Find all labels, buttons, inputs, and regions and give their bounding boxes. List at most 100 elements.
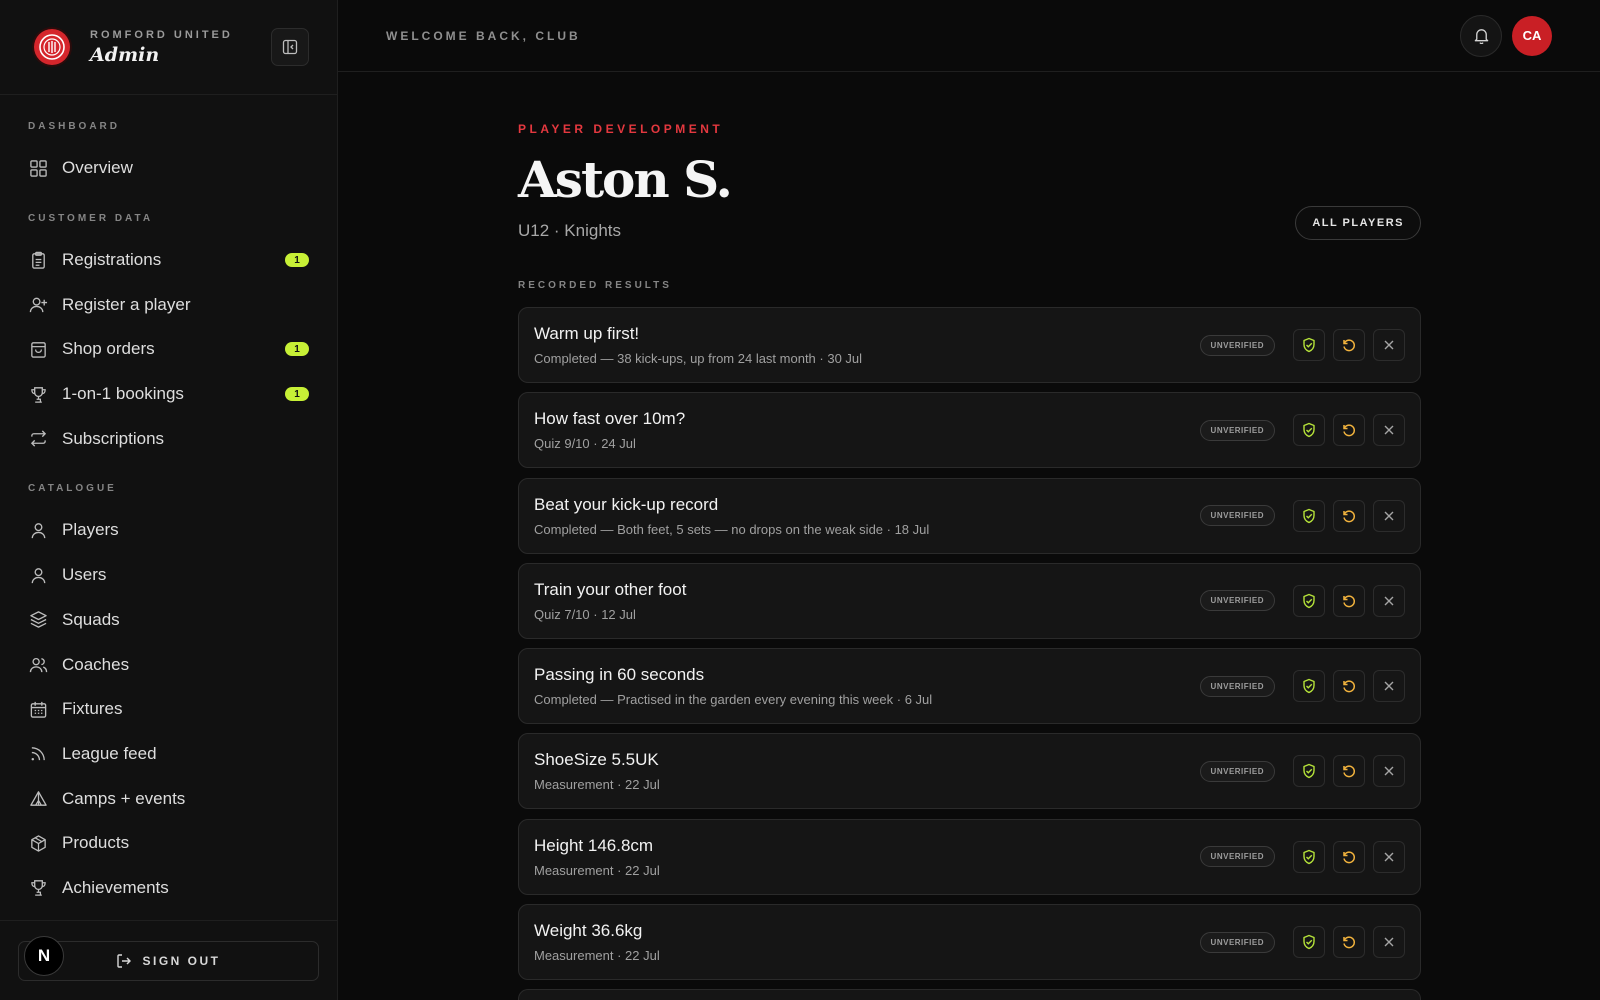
result-title: ShoeSize 5.5UK	[534, 750, 659, 770]
sidebar-item-league-feed[interactable]: League feed	[0, 732, 337, 777]
status-badge: UNVERIFIED	[1199, 846, 1275, 868]
verify-button[interactable]	[1293, 329, 1325, 361]
shield-check-icon	[1303, 423, 1315, 438]
club-crest-logo[interactable]	[34, 29, 70, 65]
close-icon	[1384, 425, 1394, 435]
reset-button[interactable]	[1333, 329, 1365, 361]
rotate-ccw-icon	[1343, 339, 1355, 352]
sidebar-item-1-on-1-bookings[interactable]: 1-on-1 bookings 1	[0, 372, 337, 417]
sidebar: ROMFORD UNITED Admin DASHBOARD Overview …	[0, 0, 338, 1000]
shield-check-icon	[1303, 764, 1315, 779]
sidebar-item-products[interactable]: Products	[0, 821, 337, 866]
bell-icon	[1474, 29, 1488, 44]
trophy-icon	[28, 384, 48, 404]
status-badge: UNVERIFIED	[1199, 334, 1275, 356]
sidebar-item-overview[interactable]: Overview	[0, 146, 337, 191]
sign-out-label: SIGN OUT	[142, 954, 221, 968]
result-title: Height 146.8cm	[534, 835, 654, 855]
close-icon	[1384, 937, 1394, 947]
result-card: Warm up first! Completed — 38 kick-ups, …	[518, 307, 1421, 383]
sidebar-item-camps-events[interactable]: Camps + events	[0, 776, 337, 821]
page-title: Aston S.	[518, 150, 733, 209]
delete-button[interactable]	[1373, 414, 1405, 447]
delete-button[interactable]	[1373, 840, 1405, 873]
crest-icon	[39, 34, 65, 60]
shield-check-icon	[1303, 678, 1315, 694]
user-icon	[28, 520, 48, 540]
verify-button[interactable]	[1293, 926, 1325, 959]
sidebar-item-users[interactable]: Users	[0, 553, 337, 598]
trophy-icon	[28, 878, 48, 898]
notifications-button[interactable]	[1460, 14, 1502, 57]
result-meta: Measurement · 22 Jul	[534, 777, 660, 793]
result-card: Passing in 60 seconds Completed — Practi…	[518, 648, 1421, 725]
shield-check-icon	[1303, 934, 1315, 950]
count-badge: 1	[285, 253, 309, 268]
result-title: Train your other foot	[534, 579, 687, 599]
welcome-text: WELCOME BACK, CLUB	[386, 28, 581, 43]
sidebar-item-label: Fixtures	[62, 699, 123, 719]
shield-check-icon	[1303, 337, 1315, 353]
verify-button[interactable]	[1293, 755, 1325, 788]
package-icon	[28, 833, 48, 853]
reset-button[interactable]	[1333, 670, 1365, 703]
rotate-ccw-icon	[1343, 424, 1355, 437]
rotate-ccw-icon	[1343, 680, 1355, 693]
sidebar-item-label: League feed	[62, 743, 157, 763]
clipboard-icon	[28, 250, 48, 270]
reset-button[interactable]	[1333, 926, 1365, 959]
result-card: Train your other foot Quiz 7/10 · 12 Jul…	[518, 562, 1421, 639]
user-avatar[interactable]: CA	[1512, 15, 1552, 56]
result-card: Beat your kick-up record Completed — Bot…	[518, 477, 1421, 554]
all-players-button[interactable]: ALL PLAYERS	[1295, 206, 1421, 240]
reset-button[interactable]	[1333, 840, 1365, 873]
sidebar-footer: SIGN OUT N	[0, 920, 337, 1000]
verify-button[interactable]	[1293, 840, 1325, 873]
sidebar-item-achievements[interactable]: Achievements	[0, 866, 337, 911]
delete-button[interactable]	[1373, 329, 1405, 361]
status-badge: UNVERIFIED	[1199, 931, 1275, 953]
sidebar-item-squads[interactable]: Squads	[0, 598, 337, 643]
close-icon	[1384, 511, 1394, 521]
collapse-sidebar-button[interactable]	[271, 28, 309, 66]
dev-tools-avatar[interactable]: N	[24, 936, 64, 976]
reset-button[interactable]	[1333, 414, 1365, 447]
result-card: ShoeSize 5.5UK Measurement · 22 Jul UNVE…	[518, 733, 1421, 810]
delete-button[interactable]	[1373, 926, 1405, 959]
sidebar-item-coaches[interactable]: Coaches	[0, 642, 337, 687]
sidebar-item-players[interactable]: Players	[0, 508, 337, 553]
verify-button[interactable]	[1293, 414, 1325, 447]
sidebar-item-register-a-player[interactable]: Register a player	[0, 282, 337, 327]
reset-button[interactable]	[1333, 499, 1365, 532]
close-icon	[1384, 340, 1394, 350]
sidebar-item-shop-orders[interactable]: Shop orders 1	[0, 327, 337, 372]
delete-button[interactable]	[1373, 499, 1405, 532]
sidebar-item-label: Players	[62, 520, 119, 540]
nav-section-catalogue: CATALOGUE	[28, 483, 117, 495]
delete-button[interactable]	[1373, 584, 1405, 617]
shield-check-icon	[1303, 849, 1315, 864]
result-title: Weight 36.6kg	[534, 921, 643, 941]
result-meta: Completed — Practised in the garden ever…	[534, 692, 933, 708]
result-card: Weight 36.6kg Measurement · 22 Jul UNVER…	[518, 904, 1421, 981]
delete-button[interactable]	[1373, 755, 1405, 788]
recorded-results-heading: RECORDED RESULTS	[518, 280, 672, 291]
result-meta: Completed — Both feet, 5 sets — no drops…	[534, 521, 930, 537]
player-development-content: PLAYER DEVELOPMENT Aston S. U12 · Knight…	[518, 122, 1421, 1000]
sidebar-item-label: 1-on-1 bookings	[62, 384, 184, 404]
reset-button[interactable]	[1333, 584, 1365, 617]
result-title: How fast over 10m?	[534, 409, 686, 429]
verify-button[interactable]	[1293, 584, 1325, 617]
verify-button[interactable]	[1293, 670, 1325, 703]
rotate-ccw-icon	[1343, 851, 1355, 864]
result-meta: Measurement · 22 Jul	[534, 862, 660, 878]
result-card: How fast over 10m? Quiz 9/10 · 24 Jul UN…	[518, 392, 1421, 469]
result-card: Height 146.8cm Measurement · 22 Jul UNVE…	[518, 818, 1421, 895]
club-name: ROMFORD UNITED	[90, 28, 233, 41]
delete-button[interactable]	[1373, 670, 1405, 703]
sidebar-item-registrations[interactable]: Registrations 1	[0, 238, 337, 283]
sidebar-item-subscriptions[interactable]: Subscriptions	[0, 416, 337, 461]
reset-button[interactable]	[1333, 755, 1365, 788]
sidebar-item-fixtures[interactable]: Fixtures	[0, 687, 337, 732]
verify-button[interactable]	[1293, 499, 1325, 532]
